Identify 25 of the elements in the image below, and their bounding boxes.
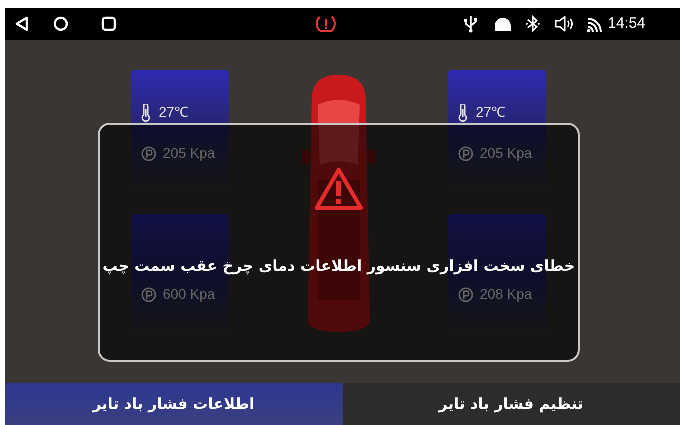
pressure-value: 600 Kpa — [163, 285, 216, 304]
pressure-value: 208 Kpa — [480, 285, 532, 304]
pressure-icon — [141, 286, 157, 302]
back-icon[interactable] — [15, 16, 29, 32]
warning-icon — [314, 167, 364, 211]
error-message: خطای سخت افزاری سنسور اطلاعات دمای چرخ عقب سمت چپ — [102, 256, 576, 277]
pressure-icon — [141, 146, 157, 162]
thermometer-icon — [141, 104, 151, 122]
temperature-value: 27℃ — [159, 103, 189, 122]
temperature-value: 27℃ — [476, 103, 506, 122]
tire-pressure-warning-icon[interactable] — [315, 14, 337, 34]
tab[interactable]: اطلاعات فشار باد تایر — [5, 383, 342, 425]
recent-apps-icon[interactable] — [101, 16, 117, 32]
wifi-icon — [586, 15, 604, 33]
bluetooth-icon — [526, 15, 540, 33]
clock-time: 14:54 — [608, 14, 646, 34]
pressure-value: 205 Kpa — [480, 144, 532, 163]
pressure-icon — [458, 286, 474, 302]
home-icon[interactable] — [53, 16, 69, 32]
tab[interactable]: تنظیم فشار باد تایر — [342, 383, 680, 425]
pressure-icon — [458, 146, 474, 162]
thermometer-icon — [458, 104, 468, 122]
pressure-value: 205 Kpa — [163, 144, 216, 163]
volume-icon — [554, 16, 574, 32]
usb-icon — [464, 15, 478, 33]
